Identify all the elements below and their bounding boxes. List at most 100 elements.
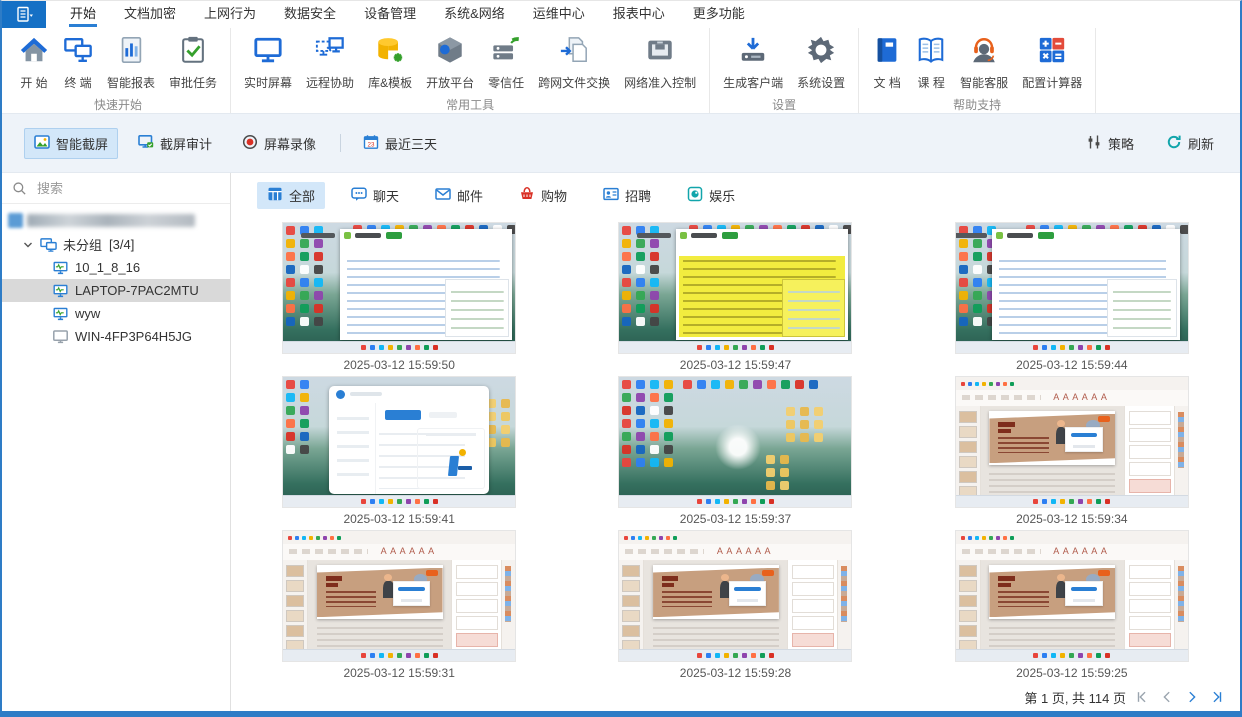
next-page-button[interactable]	[1183, 688, 1201, 706]
menu-tabs: 开始文档加密上网行为数据安全设备管理系统&网络运维中心报表中心更多功能	[46, 1, 759, 28]
screenshot-thumbnail[interactable]	[283, 223, 515, 353]
screenshot-thumbnail[interactable]	[619, 531, 851, 661]
ribbon-button[interactable]: 文 档	[865, 33, 909, 93]
prev-page-button[interactable]	[1158, 688, 1176, 706]
menubar-item-5[interactable]: 设备管理	[350, 1, 430, 28]
main-area: 未分组[3/4]10_1_8_16LAPTOP-7PAC2MTU wyw WIN-4…	[2, 173, 1240, 711]
menubar-item-2[interactable]: 文档加密	[110, 1, 190, 28]
chat-icon	[351, 186, 367, 205]
screenshot-thumbnail[interactable]	[283, 531, 515, 661]
menubar-item-9[interactable]: 更多功能	[679, 1, 759, 28]
ribbon-button[interactable]: 智能报表	[100, 33, 162, 93]
screenshot-thumbnail[interactable]	[956, 531, 1188, 661]
screenshot-timestamp: 2025-03-12 15:59:28	[680, 666, 791, 680]
toolbar-button-label: 屏幕录像	[264, 134, 316, 153]
filter-tab-mail[interactable]: 邮件	[425, 182, 493, 209]
redacted-label	[27, 214, 195, 227]
ribbon-button[interactable]: 系统设置	[790, 33, 852, 93]
toolbar-button[interactable]: 智能截屏	[24, 128, 118, 159]
filter-tab-grid[interactable]: 全部	[257, 182, 325, 209]
tree-group-ungrouped[interactable]: 未分组[3/4]	[2, 233, 230, 256]
ribbon-button[interactable]: 配置计算器	[1015, 33, 1089, 93]
ribbon-button-label: 零信任	[488, 74, 524, 91]
first-page-button[interactable]	[1133, 688, 1151, 706]
tree-item-terminal[interactable]: 10_1_8_16	[2, 256, 230, 279]
tree-item-terminal[interactable]: wyw	[2, 302, 230, 325]
tree-item-redacted[interactable]	[8, 212, 230, 229]
group-computers-icon	[40, 237, 57, 253]
ribbon-button[interactable]: 开放平台	[419, 33, 481, 93]
ribbon-button[interactable]: 实时屏幕	[237, 33, 299, 93]
filter-tab-cart[interactable]: 购物	[509, 182, 577, 209]
ribbon-button-label: 终 端	[64, 74, 91, 91]
terminal-online-icon	[52, 260, 69, 276]
ribbon-group-caption: 帮助支持	[865, 93, 1089, 115]
gallery-item: 2025-03-12 15:59:50	[231, 223, 567, 377]
screenshot-thumbnail[interactable]	[619, 223, 851, 353]
pagination-label: 第 1 页, 共 114 页	[1024, 688, 1126, 707]
ribbon-button-label: 智能客服	[960, 74, 1008, 91]
filter-tab-game[interactable]: 娱乐	[677, 182, 745, 209]
ribbon-button-label: 实时屏幕	[244, 74, 292, 91]
app-menu-icon	[13, 5, 35, 25]
toolbar-separator	[340, 134, 341, 152]
audit-icon	[138, 134, 154, 153]
redacted-icon	[8, 213, 23, 228]
filter-tab-idcard[interactable]: 招聘	[593, 182, 661, 209]
tree-item-terminal[interactable]: LAPTOP-7PAC2MTU	[2, 279, 230, 302]
screenshot-timestamp: 2025-03-12 15:59:37	[680, 512, 791, 526]
chevron-down-icon[interactable]	[22, 239, 34, 251]
ribbon-button[interactable]: 库&模板	[361, 33, 419, 93]
last-page-button[interactable]	[1208, 688, 1226, 706]
ribbon-button[interactable]: 智能客服	[953, 33, 1015, 93]
filter-tab-label: 邮件	[457, 186, 483, 205]
ribbon-button[interactable]: 开 始	[12, 33, 56, 93]
ribbon-button[interactable]: 生成客户端	[716, 33, 790, 93]
menubar-item-8[interactable]: 报表中心	[599, 1, 679, 28]
toolbar-button-policy[interactable]: 策略	[1076, 128, 1144, 159]
menubar-item-1[interactable]: 开始	[56, 1, 110, 28]
task-icon	[178, 35, 208, 70]
terminal-name: wyw	[75, 306, 100, 321]
menubar-item-4[interactable]: 数据安全	[270, 1, 350, 28]
ribbon-group-4: 文 档课 程智能客服配置计算器帮助支持	[859, 28, 1096, 113]
screenshot-thumbnail[interactable]	[619, 377, 851, 507]
terminal-online-icon	[52, 283, 69, 299]
docbook-icon	[872, 35, 902, 70]
date-range-filter-button[interactable]: 23最近三天	[353, 128, 447, 159]
screen-icon	[253, 35, 283, 70]
service-icon	[969, 35, 999, 70]
tree-item-terminal[interactable]: WIN-4FP3P64H5JG	[2, 325, 230, 348]
ribbon-button[interactable]: 远程协助	[299, 33, 361, 93]
ribbon-button[interactable]: 网络准入控制	[617, 33, 703, 93]
ribbon-button[interactable]: 零信任	[481, 33, 531, 93]
gear-icon	[806, 35, 836, 70]
zerotrust-icon	[491, 35, 521, 70]
menubar: 开始文档加密上网行为数据安全设备管理系统&网络运维中心报表中心更多功能	[2, 1, 1240, 28]
ribbon-button[interactable]: 跨网文件交换	[531, 33, 617, 93]
screenshot-thumbnail[interactable]	[956, 223, 1188, 353]
menubar-item-3[interactable]: 上网行为	[190, 1, 270, 28]
menubar-item-7[interactable]: 运维中心	[519, 1, 599, 28]
ribbon-button[interactable]: 课 程	[909, 33, 953, 93]
search-input[interactable]	[35, 180, 220, 197]
search-box	[2, 173, 230, 204]
screenshot-thumbnail[interactable]	[956, 377, 1188, 507]
filter-tab-chat[interactable]: 聊天	[341, 182, 409, 209]
menubar-item-6[interactable]: 系统&网络	[430, 1, 519, 28]
category-filter-bar: 全部聊天 邮件 购物 招聘 娱乐	[231, 173, 1240, 217]
toolbar-button[interactable]: 截屏审计	[128, 128, 222, 159]
toolbar-button[interactable]: 屏幕录像	[232, 128, 326, 159]
ribbon-button-label: 开放平台	[426, 74, 474, 91]
tree-group-label: 未分组	[63, 235, 102, 254]
ribbon-button[interactable]: 终 端	[56, 33, 100, 93]
client-icon	[738, 35, 768, 70]
filter-tab-label: 招聘	[625, 186, 651, 205]
ribbon-button-label: 课 程	[918, 74, 945, 91]
toolbar-button-refresh[interactable]: 刷新	[1156, 128, 1224, 159]
screenshot-timestamp: 2025-03-12 15:59:50	[343, 358, 454, 372]
screenshot-thumbnail[interactable]	[283, 377, 515, 507]
ribbon-group-1: 开 始终 端智能报表审批任务快速开始	[6, 28, 231, 113]
app-menu-button[interactable]	[2, 1, 46, 28]
ribbon-button[interactable]: 审批任务	[162, 33, 224, 93]
